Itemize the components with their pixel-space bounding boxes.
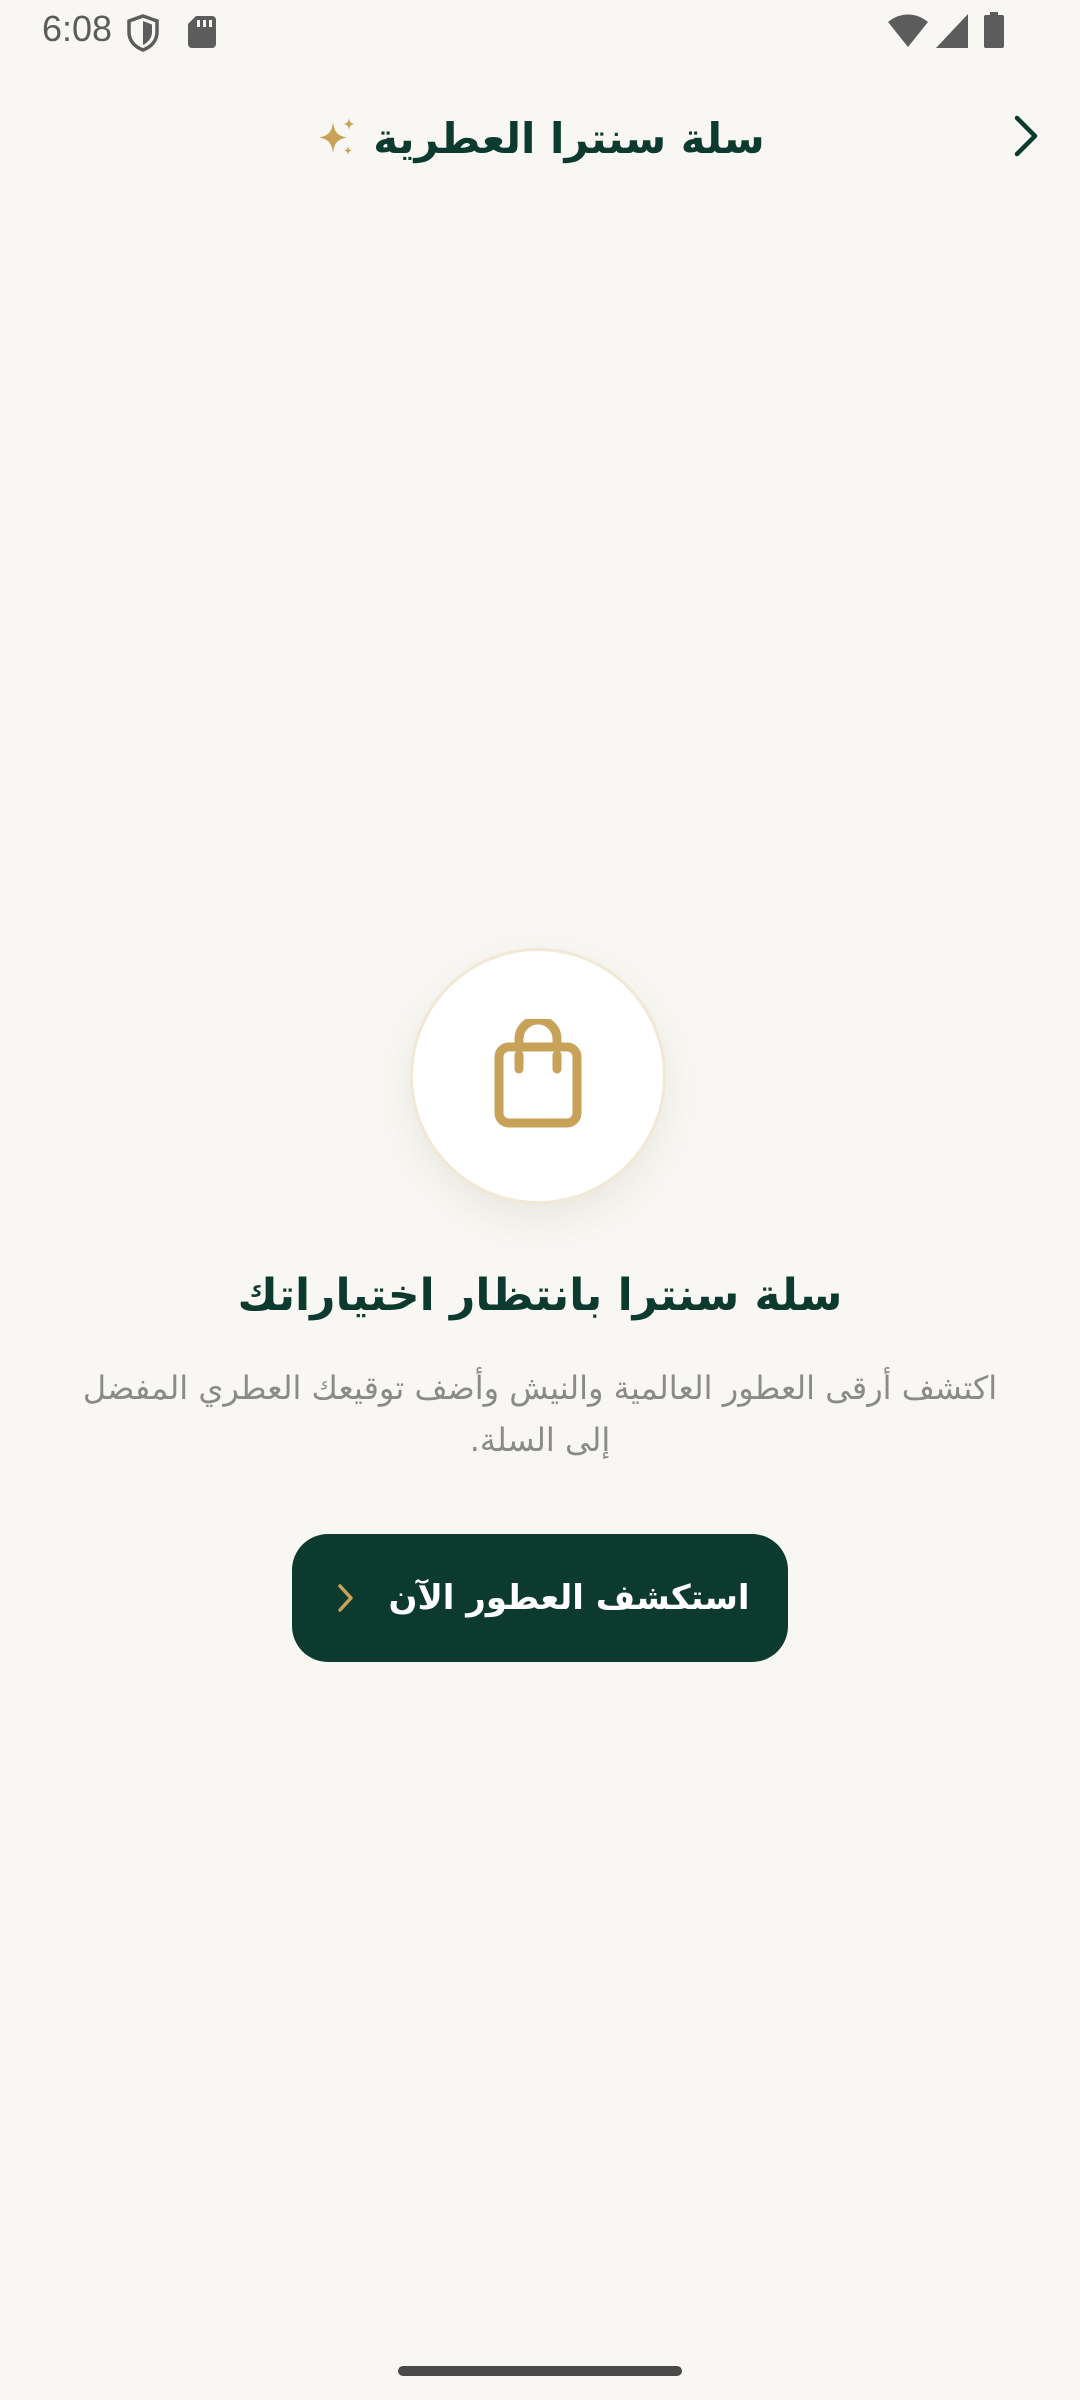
battery-icon — [984, 12, 1004, 52]
shield-icon — [126, 14, 160, 56]
explore-perfumes-button[interactable]: استكشف العطور الآن — [292, 1534, 788, 1662]
header-title-group: سلة سنترا العطرية — [0, 90, 1080, 186]
back-button[interactable] — [992, 104, 1060, 172]
status-bar: 6:08 — [0, 0, 1080, 64]
chevron-right-icon — [1011, 114, 1041, 162]
sd-card-icon — [188, 16, 216, 52]
explore-perfumes-label: استكشف العطور الآن — [388, 1578, 750, 1618]
page-title: سلة سنترا العطرية — [373, 113, 765, 163]
empty-state-description: اكتشف أرقى العطور العالمية والنيش وأضف ت… — [82, 1369, 998, 1459]
cart-screen: 6:08 سلة سنترا العطرية سلة سنترا بانتظار… — [0, 0, 1080, 2400]
wifi-icon — [888, 14, 928, 52]
status-time: 6:08 — [42, 8, 113, 49]
signal-icon — [936, 14, 968, 52]
empty-cart-illustration — [410, 948, 666, 1204]
sparkle-icon — [315, 116, 359, 160]
shopping-bag-icon — [493, 1015, 583, 1133]
empty-state-title: سلة سنترا بانتظار اختياراتك — [237, 1270, 843, 1321]
header: سلة سنترا العطرية — [0, 90, 1080, 186]
chevron-left-icon — [330, 1583, 360, 1613]
home-indicator[interactable] — [398, 2366, 682, 2376]
